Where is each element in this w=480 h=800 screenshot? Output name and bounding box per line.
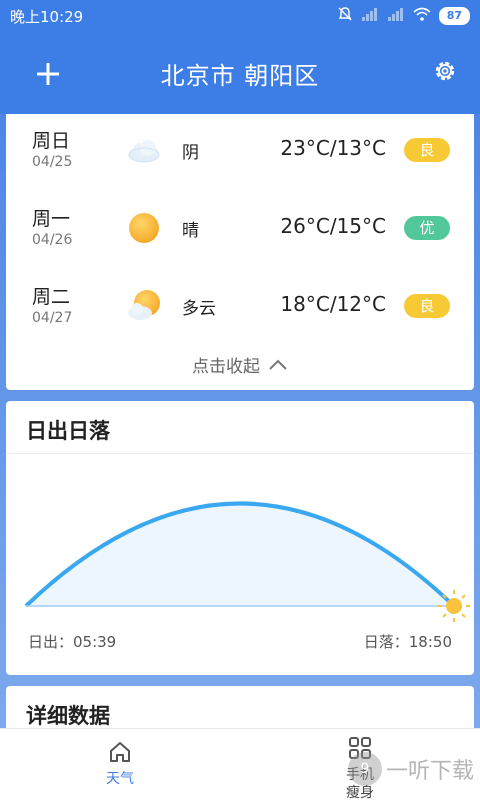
- cloudy-icon: [128, 140, 160, 163]
- signal-icon-2: [387, 7, 405, 25]
- partly-cloudy-icon: [128, 290, 160, 320]
- app-header: 北京市 朝阳区: [0, 32, 480, 114]
- forecast-date: 04/25: [32, 154, 73, 170]
- sunset-time: 日落：18:50: [363, 633, 452, 651]
- chevron-up-icon: [269, 359, 287, 370]
- sun-arc-chart: [24, 501, 470, 622]
- forecast-row: 周二 04/27 多云 18°C/12°C 良: [6, 276, 474, 336]
- sunny-icon: [129, 213, 159, 243]
- add-city-button[interactable]: [28, 54, 68, 94]
- status-time: 晚上10:29: [10, 7, 84, 26]
- aqi-badge: 良: [404, 294, 450, 318]
- status-bar: 晚上10:29 87: [0, 0, 480, 32]
- aqi-badge: 良: [404, 138, 450, 162]
- forecast-day: 周一: [32, 208, 71, 230]
- sunrise-time: 日出：05:39: [28, 633, 117, 651]
- forecast-card: 周日 04/25 阴 23°C/13°C 良 周一 04/26 晴 26°C/1…: [6, 114, 474, 390]
- watermark-badge: 9: [347, 752, 382, 786]
- collapse-label: 点击收起: [192, 357, 260, 377]
- nav-label: 天气: [106, 771, 134, 787]
- status-icons: 87: [337, 6, 470, 26]
- mute-bell-icon: [337, 6, 353, 26]
- nav-tab-weather[interactable]: 天气: [90, 739, 150, 787]
- forecast-row: 周日 04/25 阴 23°C/13°C 良: [6, 120, 474, 180]
- collapse-button[interactable]: 点击收起: [6, 352, 474, 377]
- forecast-temp: 26°C/15°C: [280, 214, 386, 238]
- plus-icon: [37, 63, 59, 85]
- battery-icon: 87: [438, 7, 470, 25]
- forecast-date: 04/27: [32, 310, 73, 326]
- signal-icon: [361, 7, 379, 25]
- forecast-temp: 23°C/13°C: [280, 136, 386, 160]
- forecast-temp: 18°C/12°C: [280, 292, 386, 316]
- aqi-badge: 优: [404, 216, 450, 240]
- sunrise-sunset-card: 日出日落 日出：05:39 日落：18:50: [6, 401, 474, 675]
- settings-button[interactable]: [432, 58, 462, 88]
- card-title: 日出日落: [26, 419, 110, 443]
- wifi-icon: [413, 7, 431, 25]
- gear-icon: [435, 61, 455, 81]
- forecast-weather: 多云: [182, 299, 216, 319]
- forecast-row: 周一 04/26 晴 26°C/15°C 优: [6, 198, 474, 258]
- forecast-day: 周日: [32, 130, 71, 152]
- nav-label: 瘦身: [346, 785, 374, 800]
- city-title[interactable]: 北京市 朝阳区: [161, 56, 320, 91]
- watermark: 9 一听下载: [347, 752, 474, 786]
- forecast-date: 04/26: [32, 232, 73, 248]
- home-icon: [110, 742, 130, 762]
- divider: [6, 453, 474, 454]
- forecast-weather: 阴: [182, 143, 199, 163]
- watermark-text: 一听下载: [385, 759, 474, 784]
- card-title: 详细数据: [26, 704, 110, 728]
- forecast-weather: 晴: [182, 221, 199, 241]
- forecast-day: 周二: [32, 286, 71, 308]
